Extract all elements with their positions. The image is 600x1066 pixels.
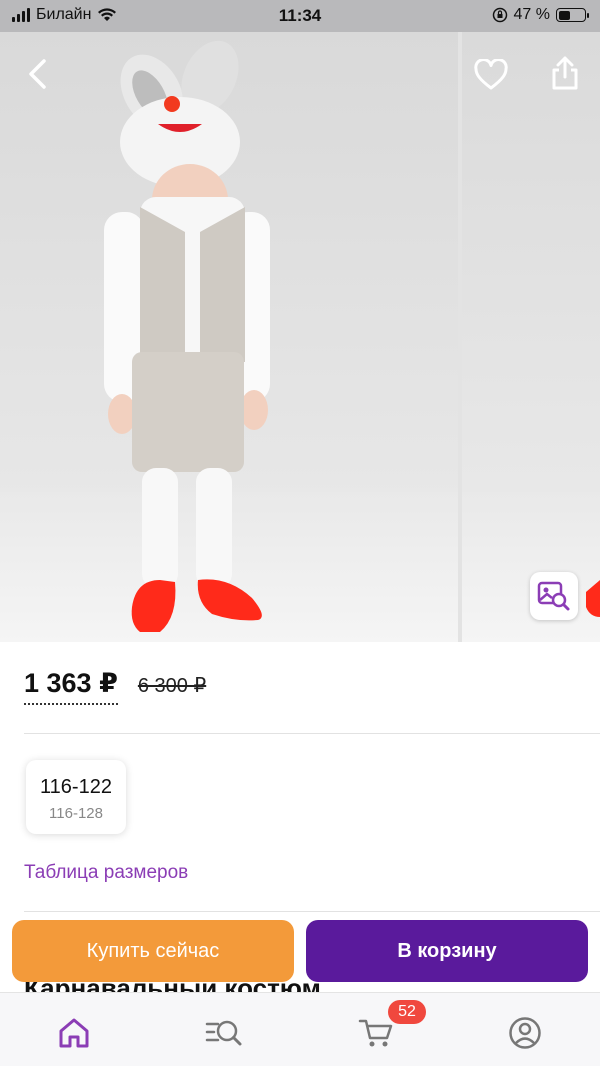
next-product-photo[interactable] (462, 32, 600, 642)
battery-info: 47 % (492, 6, 589, 24)
tab-profile[interactable] (505, 1013, 545, 1053)
price-row: 1 363 ₽ 6 300 ₽ (24, 668, 206, 705)
visual-search-button[interactable] (530, 572, 578, 620)
divider (24, 733, 600, 734)
home-icon (59, 1018, 89, 1048)
share-icon (552, 56, 578, 90)
divider (24, 911, 600, 912)
catalog-search-icon (205, 1020, 242, 1046)
image-search-icon (537, 581, 570, 611)
buy-now-button[interactable]: Купить сейчас (12, 920, 294, 982)
battery-icon (556, 8, 589, 22)
product-photo[interactable] (0, 32, 458, 642)
current-price[interactable]: 1 363 ₽ (24, 668, 118, 705)
tab-catalog[interactable] (204, 1013, 244, 1053)
heart-icon (474, 59, 508, 90)
tab-home[interactable] (54, 1013, 94, 1053)
chevron-left-icon (29, 59, 46, 89)
old-price: 6 300 ₽ (137, 675, 207, 697)
battery-percent: 47 % (513, 6, 550, 23)
favorite-button[interactable] (470, 54, 512, 96)
share-button[interactable] (544, 52, 586, 94)
back-button[interactable] (18, 54, 58, 94)
next-photo-illustration (586, 580, 600, 617)
orientation-lock-icon (492, 7, 507, 23)
size-secondary-label: 116-128 (49, 805, 103, 822)
tab-bar (0, 992, 600, 1066)
cart-icon (358, 1019, 393, 1047)
add-to-cart-button[interactable]: В корзину (306, 920, 588, 982)
product-gallery[interactable] (0, 32, 600, 642)
cart-count-badge: 52 (388, 1000, 426, 1024)
costume-photo-illustration (104, 40, 270, 632)
status-bar: Билайн 11:34 47 % (0, 0, 600, 32)
size-option[interactable]: 116-122 116-128 (26, 760, 126, 834)
size-table-link[interactable]: Таблица размеров (24, 862, 188, 884)
size-primary-label: 116-122 (40, 776, 112, 798)
profile-icon (509, 1017, 541, 1049)
